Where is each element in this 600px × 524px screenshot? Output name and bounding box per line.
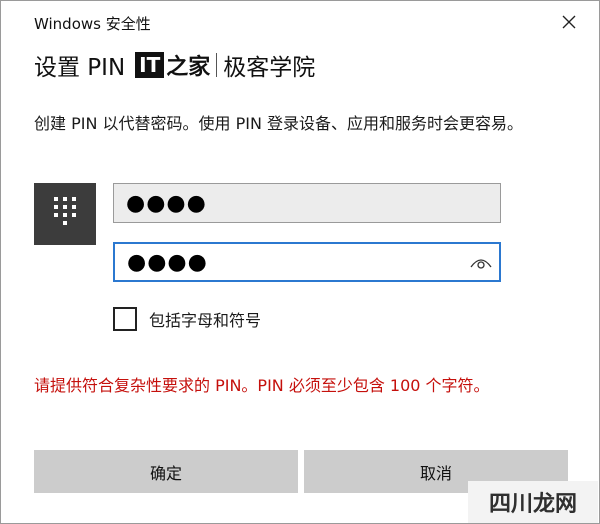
include-letters-checkbox-row[interactable]: 包括字母和符号 [113, 306, 261, 332]
logo-home: 之家 [166, 55, 211, 80]
eye-icon [470, 251, 492, 276]
ok-button[interactable]: 确定 [34, 450, 298, 493]
title-bar: Windows 安全性 [1, 1, 599, 43]
page-title: 设置 PIN [34, 55, 126, 81]
confirm-pin-value: ●●●● [127, 249, 208, 275]
window-title: Windows 安全性 [34, 15, 151, 33]
reveal-pin-button[interactable] [469, 252, 493, 274]
new-pin-field[interactable]: ●●●● [113, 183, 501, 223]
logo-it: IT [135, 52, 165, 78]
close-button[interactable] [549, 7, 589, 39]
keypad-tile [34, 183, 96, 245]
ithome-logo: IT 之家 极客学院 [135, 48, 315, 82]
dialog-heading: 设置 PIN IT 之家 极客学院 [34, 47, 315, 83]
close-icon [562, 14, 576, 33]
security-dialog: Windows 安全性 设置 PIN IT 之家 极客学院 创建 PIN 以代替… [0, 0, 600, 524]
error-message: 请提供符合复杂性要求的 PIN。PIN 必须至少包含 100 个字符。 [34, 376, 490, 395]
logo-divider [216, 53, 218, 77]
confirm-pin-field[interactable]: ●●●● [113, 242, 501, 282]
include-letters-checkbox[interactable] [113, 307, 137, 331]
new-pin-value: ●●●● [126, 190, 207, 216]
logo-subtitle: 极客学院 [223, 55, 316, 81]
keypad-icon [52, 195, 78, 233]
watermark: 四川龙网 [468, 481, 598, 523]
description-text: 创建 PIN 以代替密码。使用 PIN 登录设备、应用和服务时会更容易。 [34, 114, 524, 133]
checkbox-label: 包括字母和符号 [149, 311, 262, 330]
